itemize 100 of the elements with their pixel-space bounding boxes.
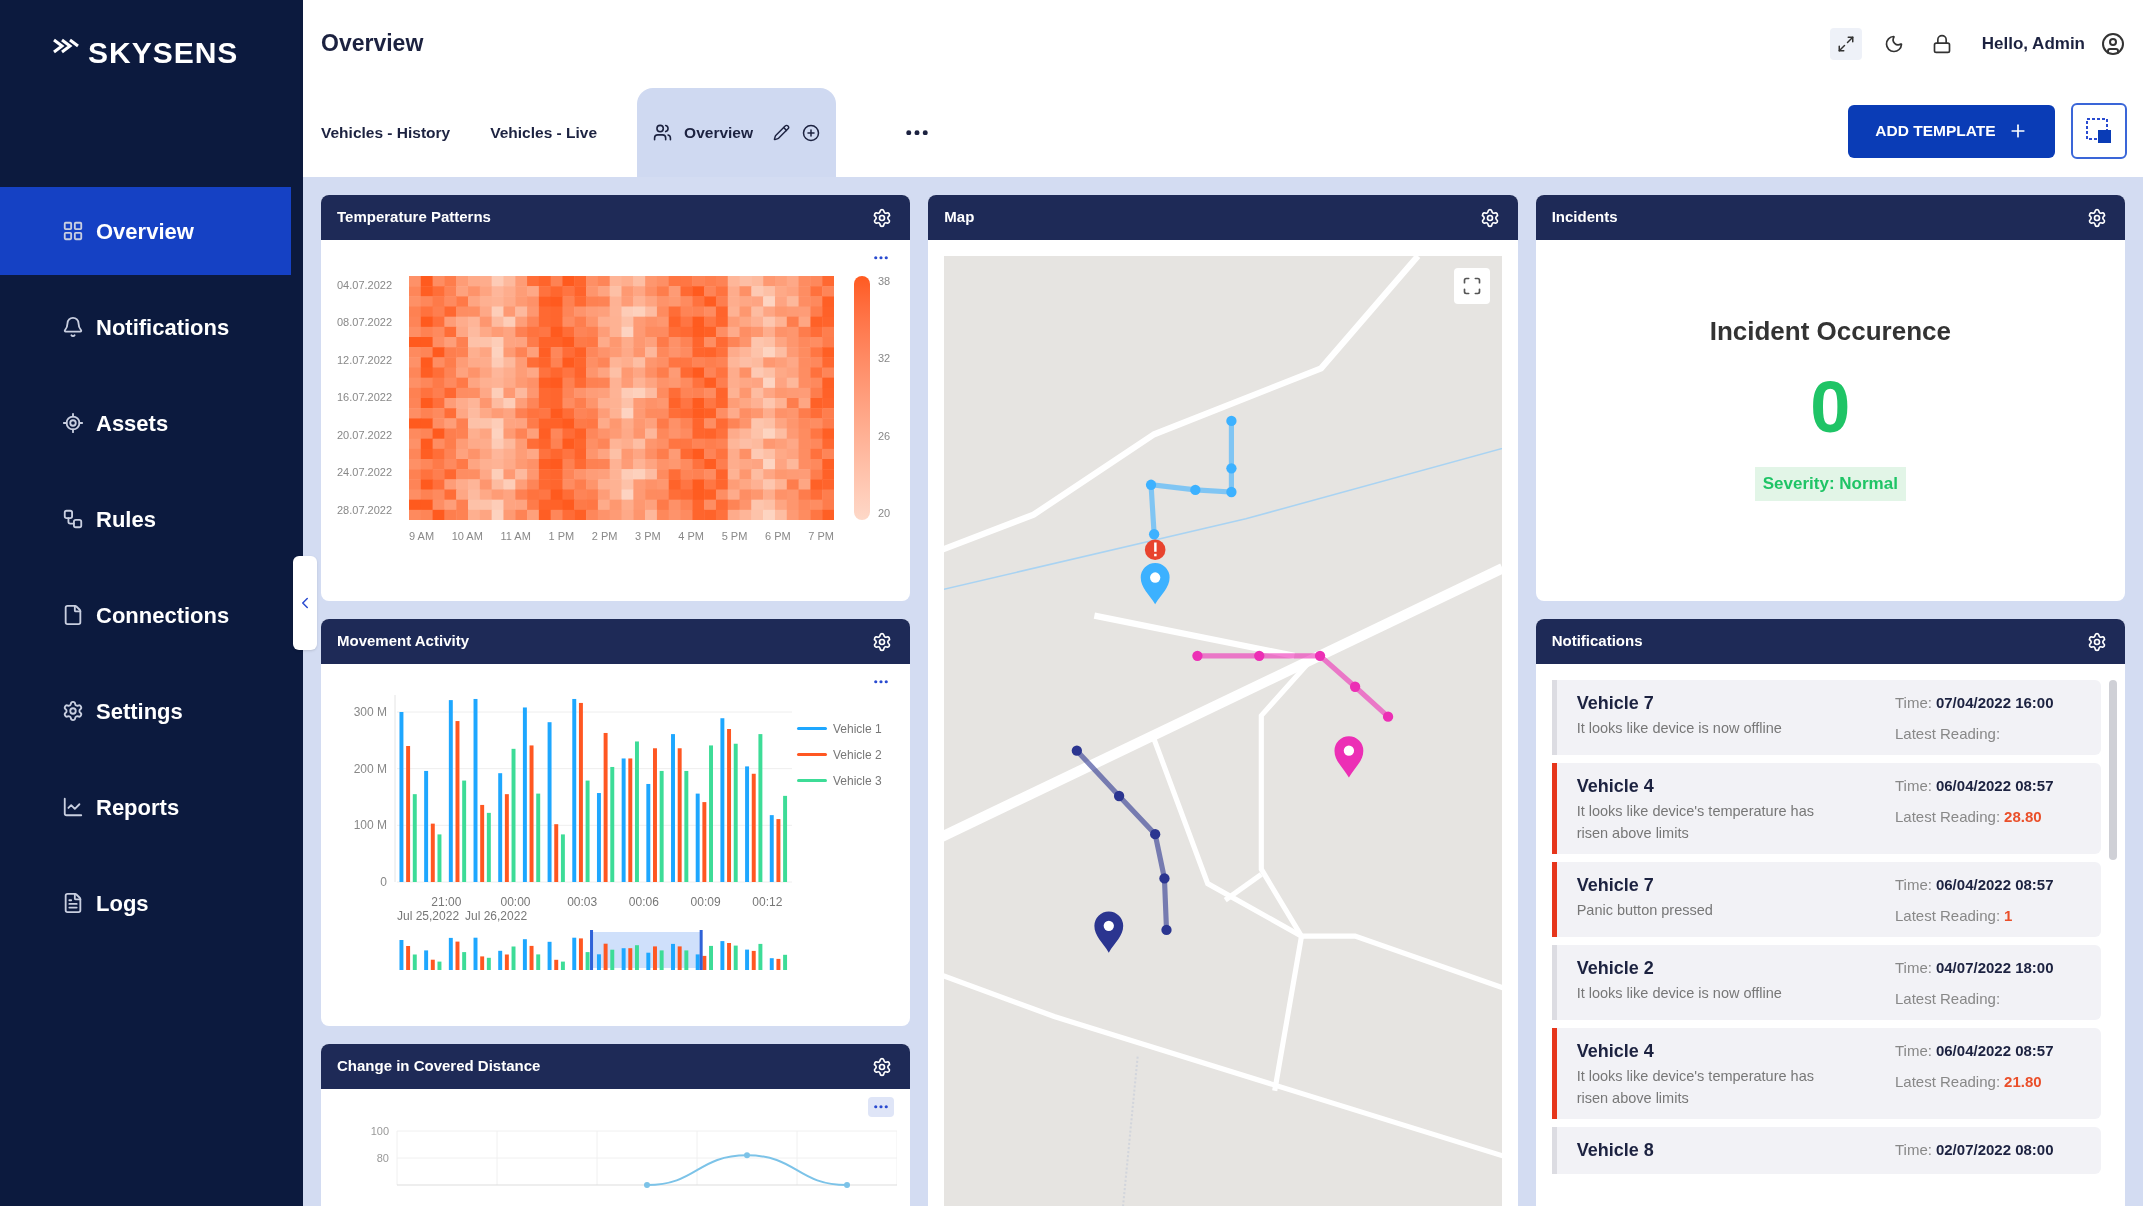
vehicle-name: Vehicle 4	[1576, 1040, 1655, 1063]
card-title: Change in Covered Distance	[337, 1056, 541, 1077]
data-point	[644, 1181, 650, 1188]
incident-heading: Incident Occurence	[1709, 315, 1951, 348]
axis-label: 00:00	[500, 894, 531, 909]
target-icon	[62, 412, 84, 434]
notification-card[interactable]: Vehicle 2 It looks like device is now offline Time: 04/07/2022 18:00 Latest Reading:	[1551, 945, 2101, 1020]
notification-card[interactable]: Vehicle 7 Panic button pressed Time: 06/04/2022 08:57 Latest Reading: 1	[1551, 862, 2101, 937]
range-selector[interactable]	[399, 929, 788, 970]
scale-label: 38	[878, 275, 891, 287]
expand-icon	[1836, 34, 1855, 53]
axis-label: 00:06	[628, 894, 659, 909]
nav-item[interactable]: Notifications	[0, 283, 291, 371]
time-label: Time:	[1895, 776, 1932, 796]
notification-message: It looks like device is now offline	[1576, 984, 1783, 1003]
more-button[interactable]	[868, 1097, 895, 1117]
axis-label: 300 M	[353, 704, 387, 719]
scale-label: 26	[878, 430, 891, 442]
layout-button[interactable]	[2071, 103, 2127, 159]
axis-label: 80	[376, 1151, 389, 1164]
vehicle-name: Vehicle 4	[1576, 775, 1655, 798]
axis-label: 9 AM	[409, 528, 435, 544]
axis-label: 24.07.2022	[337, 467, 394, 478]
time-value: 06/04/2022 08:57	[1935, 1041, 2054, 1061]
document-icon	[62, 892, 84, 914]
reading-label: Latest Reading:	[1895, 723, 2001, 744]
scale-label: 20	[878, 508, 891, 520]
time-label: Time:	[1895, 693, 1932, 713]
nav-item[interactable]: Connections	[0, 571, 291, 659]
time-label: Time:	[1895, 1140, 1932, 1160]
settings-icon	[872, 1056, 893, 1077]
vehicle-name: Vehicle 7	[1576, 692, 1655, 715]
page-title: Overview	[321, 29, 424, 59]
settings-icon	[1479, 207, 1500, 228]
bar	[769, 814, 774, 882]
settings-icon	[2087, 207, 2107, 228]
flow-icon	[62, 508, 84, 530]
card-title: Movement Activity	[337, 631, 469, 652]
grid-icon	[62, 220, 84, 242]
axis-label: 1 PM	[548, 528, 575, 544]
axis-label: 100 M	[353, 817, 387, 832]
axis-label: 200 M	[353, 761, 387, 776]
scrollbar-thumb[interactable]	[2109, 680, 2117, 860]
time-value: 06/04/2022 08:57	[1935, 875, 2054, 895]
legend-label: Vehicle 3	[833, 772, 882, 790]
axis-label: 20.07.2022	[337, 429, 394, 441]
fullscreen-icon	[1461, 276, 1482, 296]
bell-icon	[62, 316, 84, 338]
legend-label: Vehicle 2	[833, 746, 882, 764]
axis-label: 10 AM	[451, 528, 483, 544]
alert-icon	[1145, 539, 1166, 560]
axis-label: 5 PM	[721, 528, 748, 544]
user-icon[interactable]	[2101, 31, 2125, 56]
more-icon	[906, 129, 928, 136]
nav-item[interactable]: Overview	[0, 187, 291, 275]
lock-icon	[1931, 33, 1952, 54]
fullscreen-button[interactable]	[1453, 268, 1490, 304]
axis-label: 28.07.2022	[337, 504, 394, 516]
axis-label: 21:00	[431, 894, 462, 909]
notification-card[interactable]: Vehicle 7 It looks like device is now offline Time: 07/04/2022 16:00 Latest Reading:	[1551, 680, 2101, 755]
card-title: Incidents	[1551, 207, 1618, 228]
fullscreen-button[interactable]	[1829, 27, 1862, 60]
nav-item[interactable]: Reports	[0, 763, 291, 851]
nav-item[interactable]: Assets	[0, 379, 291, 467]
axis-label: 00:03	[567, 894, 598, 909]
tab[interactable]: Overview	[637, 88, 836, 177]
nav-item[interactable]: Logs	[0, 859, 291, 947]
tab[interactable]: Vehicles - History	[321, 88, 491, 177]
moon-icon	[1883, 33, 1904, 54]
notification-card[interactable]: Vehicle 4 It looks like device's temperature has risen above limits Time: 06/04/2022 08:57 Latest Reading: 21.80	[1551, 1028, 2101, 1119]
time-value: 07/04/2022 16:00	[1935, 693, 2054, 713]
axis-label: 08.07.2022	[337, 317, 394, 328]
greeting: Hello, Admin	[1981, 32, 2085, 55]
more-icon	[874, 680, 889, 684]
notification-card[interactable]: Vehicle 4 It looks like device's temperature has risen above limits Time: 06/04/2022 08:57 Latest Reading: 28.80	[1551, 763, 2101, 854]
axis-label: 04.07.2022	[337, 279, 394, 291]
add-template-button[interactable]: ADD TEMPLATE	[1848, 104, 2055, 158]
vehicle-name: Vehicle 8	[1576, 1139, 1655, 1162]
time-value: 06/04/2022 08:57	[1935, 776, 2054, 796]
nav-item[interactable]: Settings	[0, 667, 291, 755]
axis-label: 11 AM	[500, 528, 531, 544]
notification-card[interactable]: Vehicle 8 Time: 02/07/2022 08:00	[1551, 1127, 2101, 1174]
settings-icon	[872, 631, 893, 652]
axis-label: 00:09	[690, 894, 721, 909]
card-title: Notifications	[1551, 631, 1643, 652]
axis-label: 6 PM	[764, 528, 791, 544]
reading-label: Latest Reading:	[1895, 988, 2001, 1009]
axis-label: 100	[370, 1124, 389, 1137]
card-title: Temperature Patterns	[337, 207, 491, 228]
notification-message: It looks like device is now offline	[1576, 719, 1783, 738]
settings-icon	[2087, 631, 2107, 652]
brand-name: SKYSENS	[88, 35, 239, 71]
data-point	[844, 1181, 850, 1188]
scale-label: 32	[878, 353, 891, 365]
reading-label: Latest Reading:	[1895, 806, 2001, 827]
nav-item[interactable]: Rules	[0, 475, 291, 563]
time-value: 04/07/2022 18:00	[1935, 958, 2054, 978]
tab[interactable]: Vehicles - Live	[490, 88, 638, 177]
axis-label: 4 PM	[678, 528, 705, 544]
axis-label: 2 PM	[591, 528, 618, 544]
